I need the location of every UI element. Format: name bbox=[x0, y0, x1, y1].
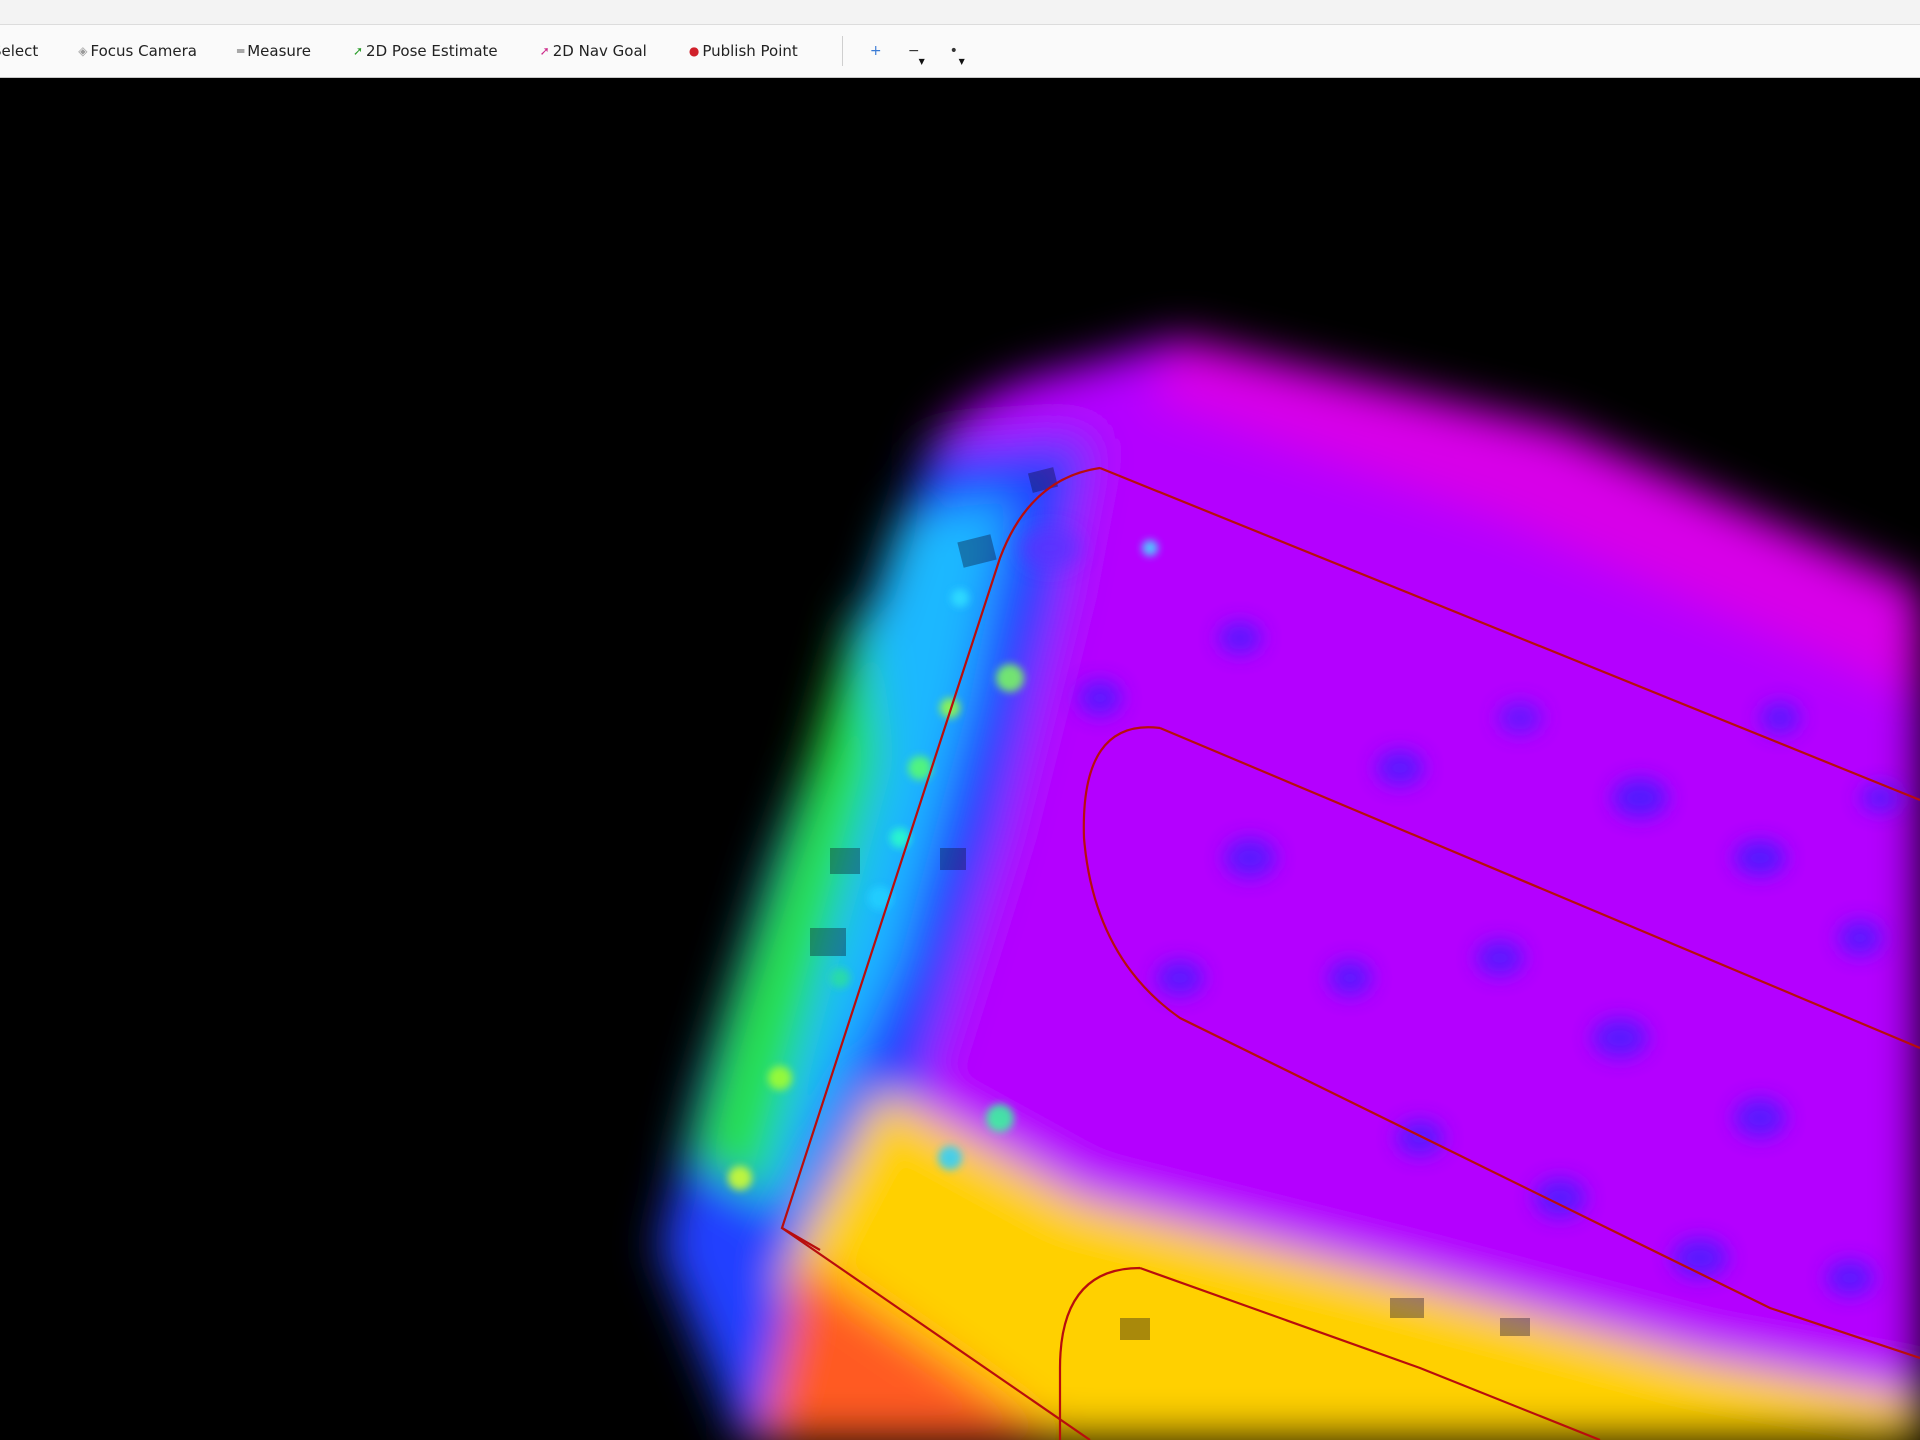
3d-viewport[interactable] bbox=[0, 78, 1920, 1440]
publish-point-label: Publish Point bbox=[702, 42, 798, 60]
pose-estimate-arrow-icon: ➚ bbox=[352, 44, 364, 58]
point-cloud-render bbox=[660, 338, 1920, 1440]
select-tool-label: Select bbox=[0, 42, 39, 60]
measure-tool-button[interactable]: ═ Measure bbox=[237, 25, 311, 77]
focus-camera-tool-button[interactable]: ◈ Focus Camera bbox=[78, 25, 197, 77]
focus-camera-label: Focus Camera bbox=[90, 42, 197, 60]
remove-tool-button[interactable]: − ▼ bbox=[905, 25, 925, 77]
window-top-strip bbox=[0, 0, 1920, 25]
measure-icon: ═ bbox=[237, 44, 245, 58]
select-tool-button[interactable]: Select bbox=[0, 25, 38, 77]
focus-camera-icon: ◈ bbox=[78, 44, 88, 58]
2d-nav-goal-label: 2D Nav Goal bbox=[552, 42, 647, 60]
nav-goal-arrow-icon: ➚ bbox=[539, 44, 550, 58]
toolbar-separator bbox=[841, 36, 843, 66]
2d-pose-estimate-label: 2D Pose Estimate bbox=[366, 42, 498, 60]
add-tool-button[interactable]: + bbox=[867, 25, 885, 77]
tool-properties-icon: • bbox=[949, 43, 958, 59]
2d-nav-goal-tool-button[interactable]: ➚ 2D Nav Goal bbox=[540, 25, 647, 77]
tool-properties-button[interactable]: • ▼ bbox=[945, 25, 965, 77]
properties-dropdown-arrow-icon: ▼ bbox=[958, 57, 965, 66]
measure-label: Measure bbox=[247, 42, 311, 60]
2d-pose-estimate-tool-button[interactable]: ➚ 2D Pose Estimate bbox=[353, 25, 498, 77]
tools-toolbar: Select ◈ Focus Camera ═ Measure ➚ 2D Pos… bbox=[0, 25, 1920, 78]
publish-point-pin-icon: ● bbox=[688, 44, 700, 58]
remove-dropdown-arrow-icon: ▼ bbox=[918, 57, 925, 66]
publish-point-tool-button[interactable]: ● Publish Point bbox=[689, 25, 798, 77]
add-tool-icon: + bbox=[869, 43, 882, 59]
